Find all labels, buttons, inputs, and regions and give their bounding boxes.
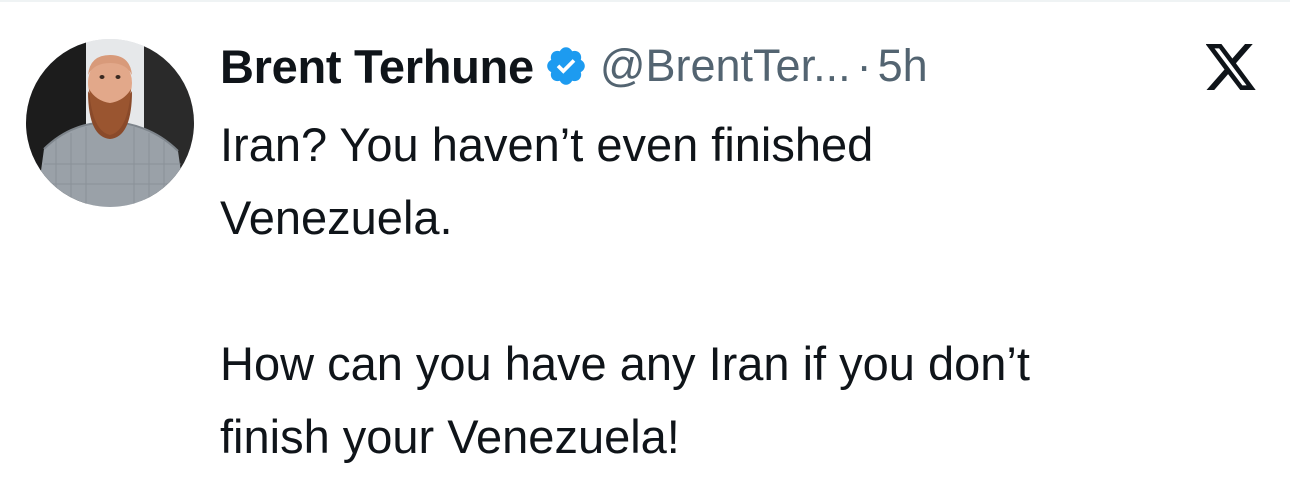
x-logo-icon[interactable] [1205,44,1258,90]
verified-badge-icon[interactable] [544,44,588,88]
tweet-text: Iran? You haven’t even finished Venezuel… [220,118,1030,463]
tweet-header: Brent Terhune @BrentTer... · 5h [220,34,928,98]
timestamp[interactable]: 5h [878,40,928,92]
user-handle[interactable]: @BrentTer... [600,40,851,92]
display-name[interactable]: Brent Terhune [220,39,534,94]
avatar-photo [26,39,194,207]
separator-dot: · [856,40,872,91]
avatar[interactable] [26,39,194,207]
tweet-card[interactable]: Brent Terhune @BrentTer... · 5h Iran? Yo… [0,0,1290,493]
